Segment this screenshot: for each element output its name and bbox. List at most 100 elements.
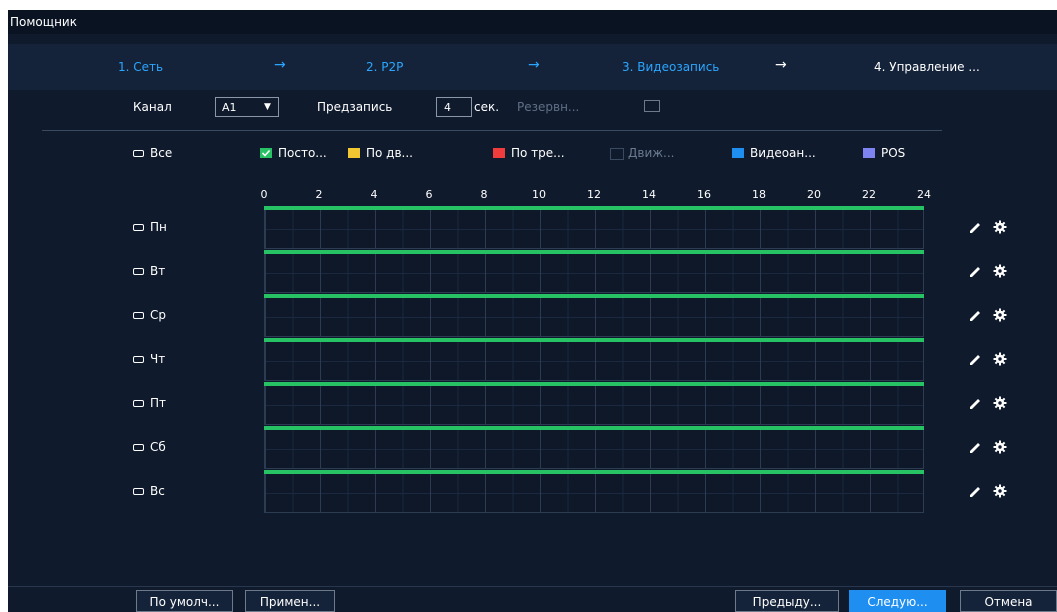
cancel-button-label: Отмена <box>984 595 1033 609</box>
legend-label: По тре... <box>511 146 565 160</box>
gear-icon[interactable] <box>993 439 1007 454</box>
legend-label: Видеоан... <box>750 146 816 160</box>
pencil-icon[interactable] <box>968 440 982 454</box>
schedule-bar[interactable] <box>264 382 924 386</box>
next-button[interactable]: Следую... <box>849 590 946 612</box>
hour-tick-label: 14 <box>642 188 656 201</box>
channel-select[interactable]: A1 ▼ <box>215 97 279 117</box>
step-network[interactable]: 1. Сеть <box>118 60 163 74</box>
hour-tick-label: 4 <box>370 188 378 201</box>
step-arrow-icon: → <box>528 57 540 73</box>
hour-tick-label: 10 <box>532 188 546 201</box>
day-label: Пт <box>150 396 167 410</box>
step-recording[interactable]: 3. Видеозапись <box>622 60 719 74</box>
backup-checkbox[interactable] <box>644 100 660 112</box>
schedule-bar[interactable] <box>264 470 924 474</box>
day-label: Чт <box>150 352 166 366</box>
day-schedule-track[interactable] <box>264 253 924 293</box>
default-button-label: По умолч... <box>149 595 220 609</box>
channel-label: Канал <box>133 100 172 114</box>
day-checkbox[interactable] <box>133 312 144 319</box>
hour-tick-label: 16 <box>697 188 711 201</box>
step-storage[interactable]: 4. Управление ... <box>874 60 980 74</box>
hour-tick-label: 24 <box>917 188 931 201</box>
gear-icon[interactable] <box>993 307 1007 322</box>
schedule-bar[interactable] <box>264 338 924 342</box>
cancel-button[interactable]: Отмена <box>960 590 1057 612</box>
legend-label: По дв... <box>366 146 413 160</box>
prerecord-value: 4 <box>444 101 451 114</box>
legend-swatch <box>863 148 875 158</box>
hour-tick-label: 22 <box>862 188 876 201</box>
title-bar: Помощник <box>8 10 1057 34</box>
day-checkbox[interactable] <box>133 488 144 495</box>
channel-value: A1 <box>222 101 237 114</box>
legend-swatch <box>493 148 505 158</box>
day-schedule-track[interactable] <box>264 297 924 337</box>
legend-swatch <box>610 148 624 160</box>
previous-button[interactable]: Предыду... <box>735 590 839 612</box>
hour-tick-label: 20 <box>807 188 821 201</box>
pencil-icon[interactable] <box>968 220 982 234</box>
day-schedule-track[interactable] <box>264 385 924 425</box>
schedule-bar[interactable] <box>264 426 924 430</box>
day-label: Ср <box>150 308 166 322</box>
hour-tick-label: 0 <box>260 188 268 201</box>
day-schedule-track[interactable] <box>264 429 924 469</box>
hour-tick-label: 8 <box>480 188 488 201</box>
select-all-checkbox[interactable] <box>133 150 144 157</box>
next-button-label: Следую... <box>867 595 928 609</box>
schedule-bar[interactable] <box>264 250 924 254</box>
day-schedule-track[interactable] <box>264 209 924 249</box>
day-schedule-track[interactable] <box>264 341 924 381</box>
schedule-bar[interactable] <box>264 206 924 210</box>
hour-tick-label: 2 <box>315 188 323 201</box>
day-checkbox[interactable] <box>133 444 144 451</box>
day-label: Сб <box>150 440 166 454</box>
prerecord-unit: сек. <box>474 100 500 114</box>
check-icon <box>260 148 272 158</box>
backup-label: Резервн... <box>517 100 580 114</box>
chevron-down-icon: ▼ <box>264 102 271 112</box>
legend-swatch <box>732 148 744 158</box>
legend-label: POS <box>881 146 906 160</box>
step-p2p[interactable]: 2. P2P <box>366 60 403 74</box>
wizard-window: Помощник 1. Сеть → 2. P2P → 3. Видеозапи… <box>8 10 1057 612</box>
step-arrow-icon: → <box>274 57 286 73</box>
window-title: Помощник <box>10 15 77 29</box>
select-all-label: Все <box>150 146 173 160</box>
pencil-icon[interactable] <box>968 308 982 322</box>
previous-button-label: Предыду... <box>752 595 822 609</box>
prerecord-label: Предзапись <box>317 100 393 114</box>
step-arrow-icon: → <box>775 57 787 73</box>
wizard-steps: 1. Сеть → 2. P2P → 3. Видеозапись → 4. У… <box>8 44 1057 90</box>
legend-label: Движ... <box>628 146 675 160</box>
apply-button-label: Примен... <box>259 595 321 609</box>
day-checkbox[interactable] <box>133 224 144 231</box>
legend-swatch <box>348 148 360 158</box>
gear-icon[interactable] <box>993 263 1007 278</box>
day-label: Вс <box>150 484 165 498</box>
day-schedule-track[interactable] <box>264 473 924 513</box>
gear-icon[interactable] <box>993 219 1007 234</box>
hour-tick-label: 12 <box>587 188 601 201</box>
pencil-icon[interactable] <box>968 264 982 278</box>
day-label: Вт <box>150 264 166 278</box>
day-label: Пн <box>150 220 167 234</box>
pencil-icon[interactable] <box>968 352 982 366</box>
pencil-icon[interactable] <box>968 484 982 498</box>
hour-tick-label: 18 <box>752 188 766 201</box>
day-checkbox[interactable] <box>133 400 144 407</box>
gear-icon[interactable] <box>993 351 1007 366</box>
prerecord-input[interactable]: 4 <box>436 97 472 117</box>
schedule-bar[interactable] <box>264 294 924 298</box>
hour-tick-label: 6 <box>425 188 433 201</box>
apply-button[interactable]: Примен... <box>245 590 335 612</box>
gear-icon[interactable] <box>993 483 1007 498</box>
gear-icon[interactable] <box>993 395 1007 410</box>
footer-divider <box>8 586 1057 587</box>
default-button[interactable]: По умолч... <box>136 590 233 612</box>
day-checkbox[interactable] <box>133 268 144 275</box>
pencil-icon[interactable] <box>968 396 982 410</box>
day-checkbox[interactable] <box>133 356 144 363</box>
